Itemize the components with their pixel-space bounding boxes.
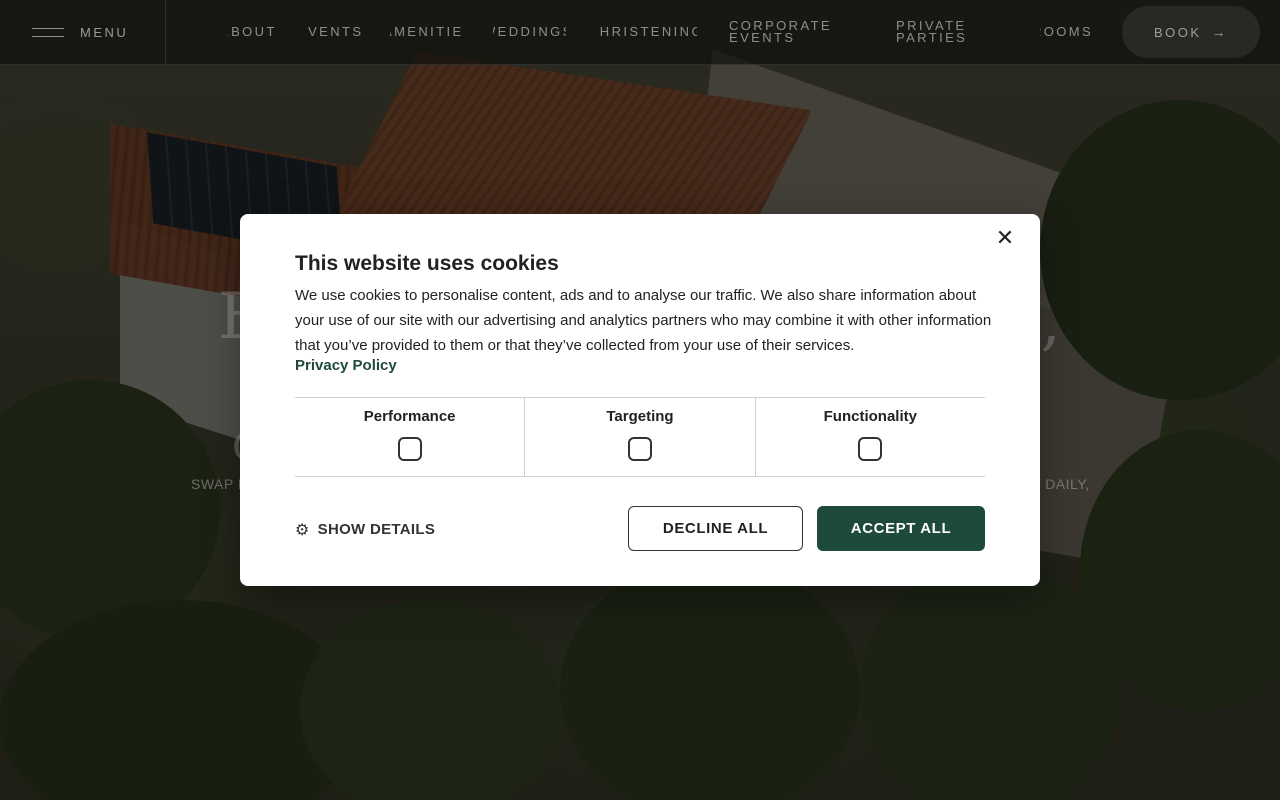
category-functionality: Functionality [756,398,985,476]
close-icon[interactable]: ✕ [994,228,1016,250]
accept-all-button[interactable]: ACCEPT ALL [817,506,985,551]
show-details-button[interactable]: ⚙ SHOW DETAILS [295,520,435,539]
dialog-title: This website uses cookies [295,252,559,275]
targeting-checkbox[interactable] [627,437,652,461]
performance-checkbox[interactable] [397,437,422,461]
show-details-label: SHOW DETAILS [317,521,436,538]
category-targeting: Targeting [525,398,756,476]
category-label: Performance [363,408,456,425]
privacy-policy-link[interactable]: Privacy Policy [295,357,397,374]
category-label: Targeting [606,408,674,425]
cookie-consent-dialog: ✕ This website uses cookies We use cooki… [240,214,1040,586]
dialog-description: We use cookies to personalise content, a… [295,287,992,354]
functionality-checkbox[interactable] [858,437,883,461]
gear-icon: ⚙ [295,520,310,539]
cookie-categories: Performance Targeting Functionality [295,397,985,477]
category-performance: Performance [295,398,526,476]
category-label: Functionality [823,408,917,425]
decline-all-button[interactable]: DECLINE ALL [628,506,803,551]
